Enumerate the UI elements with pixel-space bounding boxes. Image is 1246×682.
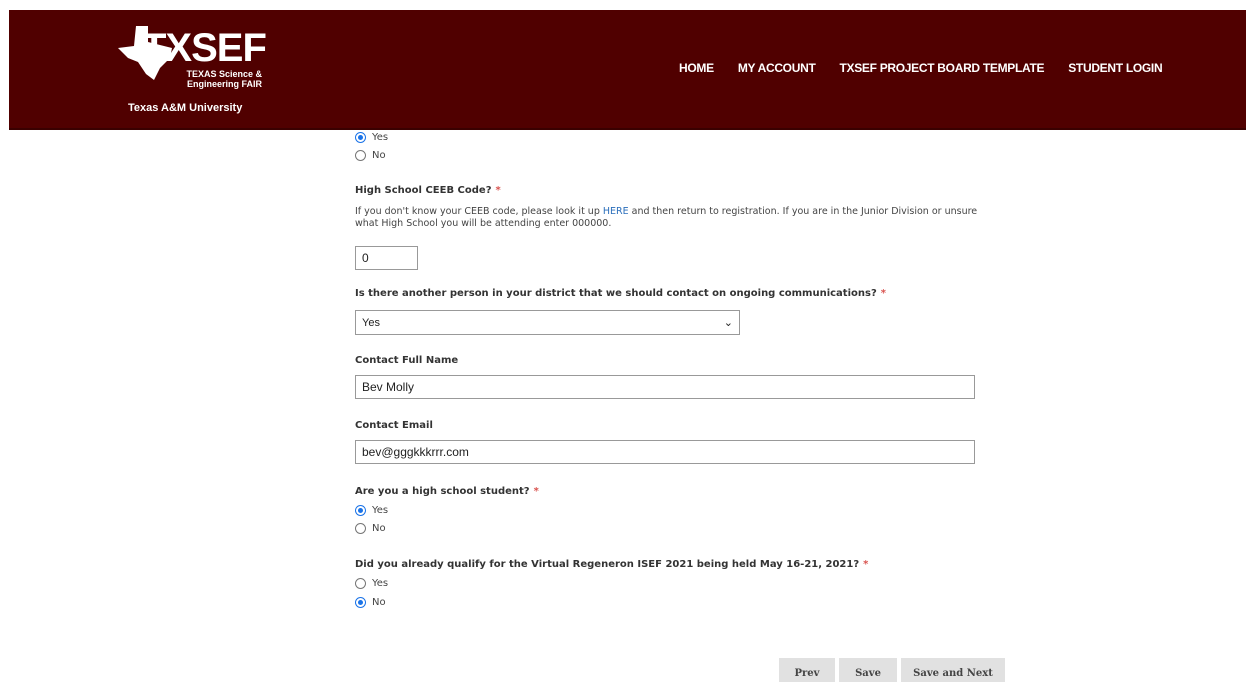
isef-question-label: Did you already qualify for the Virtual … xyxy=(355,559,869,570)
required-asterisk: * xyxy=(863,559,869,570)
radio-label: Yes xyxy=(372,132,389,143)
contact-name-label: Contact Full Name xyxy=(355,355,459,366)
site-header: TXSEF TEXAS Science & Engineering FAIR T… xyxy=(9,10,1246,130)
nav-project-board-template[interactable]: TXSEF PROJECT BOARD TEMPLATE xyxy=(839,61,1044,75)
save-button[interactable]: Save xyxy=(839,658,897,682)
contact-email-label: Contact Email xyxy=(355,420,433,431)
radio-unselected-icon[interactable] xyxy=(355,523,366,534)
university-name: Texas A&M University xyxy=(128,102,243,114)
isef-radio-yes[interactable]: Yes xyxy=(355,578,388,589)
required-asterisk: * xyxy=(495,185,501,196)
nav-home[interactable]: HOME xyxy=(679,61,714,75)
isef-radio-no[interactable]: No xyxy=(355,597,386,608)
logo-subtitle-line1: TEXAS Science & xyxy=(186,69,262,79)
select-value: Yes xyxy=(362,316,380,329)
prev-button[interactable]: Prev xyxy=(779,658,835,682)
main-nav: HOME MY ACCOUNT TXSEF PROJECT BOARD TEMP… xyxy=(679,61,1163,75)
ceeb-label: High School CEEB Code? * xyxy=(355,185,501,196)
radio-label: No xyxy=(372,597,386,608)
high-school-radio-no[interactable]: No xyxy=(355,523,386,534)
required-asterisk: * xyxy=(533,486,539,497)
contact-question-select[interactable]: Yes ⌄ xyxy=(355,310,740,335)
top-radio-yes[interactable]: Yes xyxy=(355,132,388,143)
required-asterisk: * xyxy=(880,288,886,299)
radio-unselected-icon[interactable] xyxy=(355,578,366,589)
save-and-next-button[interactable]: Save and Next xyxy=(901,658,1005,682)
high-school-radio-yes[interactable]: Yes xyxy=(355,505,388,516)
radio-selected-icon[interactable] xyxy=(355,597,366,608)
radio-unselected-icon[interactable] xyxy=(355,150,366,161)
contact-email-input[interactable]: bev@gggkkkrrr.com xyxy=(355,440,975,464)
ceeb-help-text: If you don't know your CEEB code, please… xyxy=(355,206,978,229)
contact-name-input[interactable]: Bev Molly xyxy=(355,375,975,399)
chevron-down-icon: ⌄ xyxy=(723,317,733,329)
nav-my-account[interactable]: MY ACCOUNT xyxy=(738,61,816,75)
radio-label: Yes xyxy=(372,505,389,516)
radio-label: No xyxy=(372,150,386,161)
radio-selected-icon[interactable] xyxy=(355,132,366,143)
high-school-label: Are you a high school student? * xyxy=(355,486,539,497)
ceeb-code-input[interactable]: 0 xyxy=(355,246,418,270)
txsef-logo[interactable]: TXSEF TEXAS Science & Engineering FAIR T… xyxy=(114,24,274,124)
logo-wordmark: TXSEF xyxy=(142,26,267,70)
logo-subtitle-line2: Engineering FAIR xyxy=(186,79,262,89)
radio-label: Yes xyxy=(372,578,389,589)
nav-student-login[interactable]: STUDENT LOGIN xyxy=(1068,61,1162,75)
radio-label: No xyxy=(372,523,386,534)
top-radio-no[interactable]: No xyxy=(355,150,386,161)
contact-question-label: Is there another person in your district… xyxy=(355,288,886,299)
radio-selected-icon[interactable] xyxy=(355,505,366,516)
ceeb-lookup-link[interactable]: HERE xyxy=(603,206,629,217)
